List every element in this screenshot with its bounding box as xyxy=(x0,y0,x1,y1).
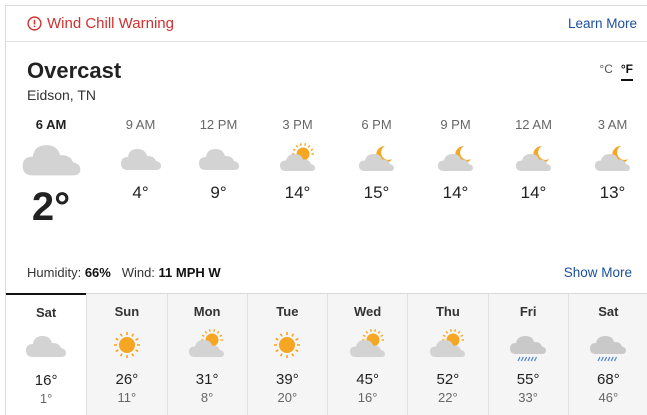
current-condition: Overcast xyxy=(27,58,122,83)
hour-time: 12 PM xyxy=(199,117,238,132)
cloud-icon xyxy=(101,139,180,179)
hour-time: 12 AM xyxy=(515,117,552,132)
day-name: Sat xyxy=(598,304,619,319)
cloud-icon xyxy=(6,325,86,367)
day-name: Fri xyxy=(519,304,537,319)
day-name: Mon xyxy=(193,304,221,319)
day-high: 26° xyxy=(115,371,139,388)
hourly-item-current: 6 AM 2° xyxy=(6,117,96,230)
location-label: Eidson, TN xyxy=(27,87,96,103)
day-low: 8° xyxy=(200,390,214,405)
cloud-icon xyxy=(179,139,258,179)
hourly-item: 9 AM 4° xyxy=(101,117,180,203)
day-low: 16° xyxy=(357,390,378,405)
day-name: Sat xyxy=(36,305,57,320)
hour-temp: 13° xyxy=(599,183,626,202)
sun-icon xyxy=(248,324,327,366)
hourly-item: 3 AM 13° xyxy=(573,117,647,203)
hour-temp: 14° xyxy=(520,183,547,202)
day-tab-6[interactable]: Fri 55° 33° xyxy=(487,294,568,415)
hour-temp: 14° xyxy=(284,183,311,202)
day-tab-4[interactable]: Wed 45° 16° xyxy=(327,294,408,415)
daily-forecast: Sat 16° 1° Sun 26° 11° Mon 31° 8° Tue 39° 20° Wed 45°… xyxy=(6,293,647,415)
day-name: Sun xyxy=(114,304,140,319)
hour-time: 9 PM xyxy=(440,117,471,132)
partly-cloudy-night-icon xyxy=(337,139,416,179)
partly-sunny-icon xyxy=(168,324,247,366)
sun-icon xyxy=(87,324,166,366)
partly-sunny-icon xyxy=(328,324,407,366)
rain-icon xyxy=(489,324,568,366)
partly-cloudy-night-icon xyxy=(416,139,495,179)
hour-time: 3 PM xyxy=(282,117,313,132)
unit-toggle: °C °F xyxy=(599,62,633,81)
hourly-item: 12 AM 14° xyxy=(494,117,573,203)
day-high: 39° xyxy=(276,371,299,388)
day-high: 31° xyxy=(195,371,219,388)
day-tab-2[interactable]: Mon 31° 8° xyxy=(166,294,247,415)
cloud-icon xyxy=(6,139,96,179)
day-tab-7[interactable]: Sat 68° 46° xyxy=(567,294,647,415)
wind-value: 11 MPH W xyxy=(158,265,221,280)
day-high: 45° xyxy=(356,371,379,388)
day-tab-5[interactable]: Thu 52° 22° xyxy=(407,294,488,415)
unit-celsius[interactable]: °C xyxy=(599,62,612,81)
current-details: Humidity: 66% Wind: 11 MPH W xyxy=(27,265,221,280)
day-low: 33° xyxy=(518,390,538,405)
hour-temp: 15° xyxy=(363,183,390,202)
humidity-value: 66% xyxy=(84,265,111,280)
hour-time: 6 PM xyxy=(361,117,392,132)
alert-bar[interactable]: Wind Chill Warning Learn More xyxy=(6,6,647,42)
learn-more-link[interactable]: Learn More xyxy=(568,16,637,31)
day-name: Wed xyxy=(354,304,382,319)
day-low: 20° xyxy=(277,390,298,405)
hour-time: 6 AM xyxy=(35,117,67,132)
day-low: 22° xyxy=(438,390,458,405)
show-more-link[interactable]: Show More xyxy=(564,265,632,280)
hourly-item: 9 PM 14° xyxy=(416,117,495,203)
hour-temp: 9° xyxy=(210,183,227,202)
alert-title-group[interactable]: Wind Chill Warning xyxy=(27,15,174,32)
unit-fahrenheit[interactable]: °F xyxy=(620,62,633,81)
partly-cloudy-night-icon xyxy=(573,139,647,179)
day-high: 68° xyxy=(597,371,620,388)
day-low: 1° xyxy=(39,391,53,406)
day-high: 16° xyxy=(34,372,58,389)
weather-card: Wind Chill Warning Learn More Overcast E… xyxy=(5,5,647,415)
rain-icon xyxy=(569,324,647,366)
partly-cloudy-night-icon xyxy=(494,139,573,179)
hour-temp: 4° xyxy=(132,183,149,202)
day-high: 55° xyxy=(516,371,540,388)
alert-title[interactable]: Wind Chill Warning xyxy=(47,15,174,32)
info-circle-icon xyxy=(27,16,42,31)
day-tab-3[interactable]: Tue 39° 20° xyxy=(246,294,327,415)
partly-sunny-icon xyxy=(258,139,337,179)
hour-temp: 2° xyxy=(31,185,71,229)
hourly-item: 3 PM 14° xyxy=(258,117,337,203)
day-name: Tue xyxy=(276,304,299,319)
day-low: 46° xyxy=(598,390,619,405)
hourly-item: 6 PM 15° xyxy=(337,117,416,203)
wind-label: Wind: xyxy=(121,265,155,280)
day-high: 52° xyxy=(436,371,460,388)
partly-sunny-icon xyxy=(408,324,487,366)
day-low: 11° xyxy=(117,390,137,405)
day-name: Thu xyxy=(435,304,460,319)
hour-time: 3 AM xyxy=(597,117,628,132)
hourly-item: 12 PM 9° xyxy=(179,117,258,203)
hour-time: 9 AM xyxy=(125,117,156,132)
humidity-label: Humidity: xyxy=(27,265,82,280)
hour-temp: 14° xyxy=(442,183,469,202)
day-tab-1[interactable]: Sun 26° 11° xyxy=(86,294,167,415)
day-tab-0[interactable]: Sat 16° 1° xyxy=(6,293,87,415)
